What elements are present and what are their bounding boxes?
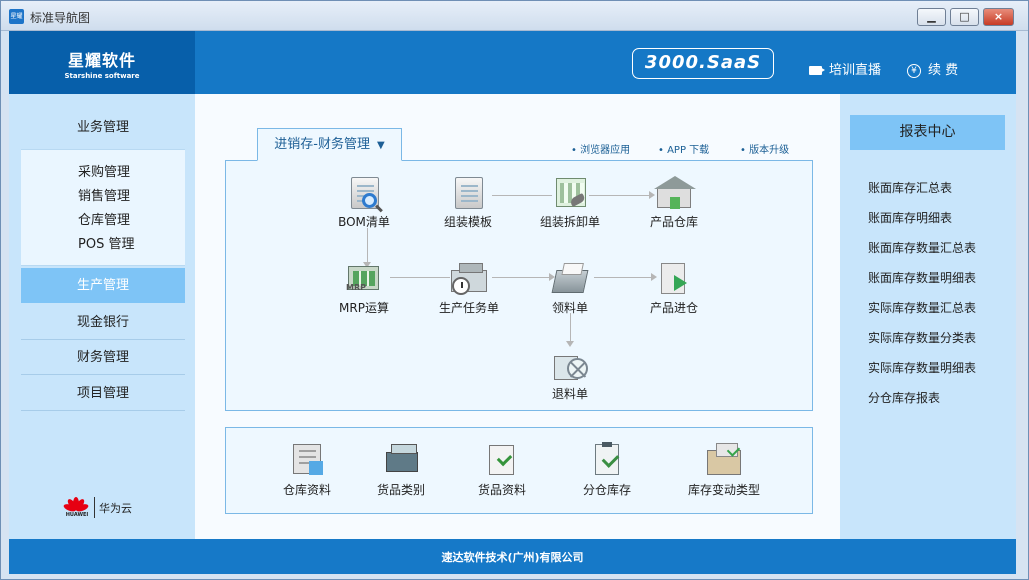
left-navigation: 业务管理 采购管理 销售管理 仓库管理 POS 管理 生产管理 现金银行 财务管…	[9, 94, 195, 539]
assembly-disassembly-label: 组装拆卸单	[539, 215, 600, 229]
module-tab[interactable]: 进销存-财务管理 ▼	[257, 128, 402, 161]
nav-business-management[interactable]: 业务管理	[21, 110, 185, 145]
renew-label: 续 费	[928, 63, 959, 78]
goods-category-icon	[383, 443, 419, 476]
mrp-calculation-label: MRP运算	[339, 301, 389, 315]
branch-inventory-label: 分仓库存	[582, 483, 631, 497]
version-upgrade-link[interactable]: 版本升级	[740, 141, 789, 156]
warehouse-data-icon	[289, 443, 325, 476]
assembly-template-icon	[450, 176, 486, 211]
nav-purchase-management[interactable]: 采购管理	[78, 164, 130, 182]
return-cancel-icon	[552, 348, 588, 383]
report-center-title[interactable]: 报表中心	[850, 115, 1005, 150]
yen-icon: ¥	[907, 64, 921, 78]
main-frame: 星耀软件 Starshine software 3000.SaaS 培训直播 ¥…	[9, 31, 1016, 574]
production-machine-icon	[451, 262, 487, 297]
training-live-label: 培训直播	[829, 63, 882, 78]
mrp-icon: MRP	[346, 262, 382, 297]
training-live-link[interactable]: 培训直播	[809, 59, 881, 78]
production-task-node[interactable]: 生产任务单	[427, 255, 511, 316]
app-download-link[interactable]: APP 下载	[658, 141, 709, 156]
minimize-button[interactable]: ▁	[917, 8, 946, 26]
camera-icon	[809, 66, 825, 75]
report-center-panel: 报表中心 账面库存汇总表 账面库存明细表 账面库存数量汇总表 账面库存数量明细表…	[840, 94, 1016, 539]
goods-data-item[interactable]: 货品资料	[467, 437, 537, 497]
nav-cash-bank[interactable]: 现金银行	[21, 305, 185, 340]
bom-list-label: BOM清单	[338, 215, 390, 229]
material-return-node[interactable]: 退料单	[528, 341, 612, 402]
nav-sales-management[interactable]: 销售管理	[78, 188, 130, 206]
report-item[interactable]: 分仓库存报表	[868, 389, 940, 406]
inbound-arrow-icon	[656, 262, 692, 297]
brand-name-en: Starshine software	[64, 72, 140, 80]
report-item[interactable]: 账面库存明细表	[868, 209, 952, 226]
clipboard-check-icon	[589, 442, 625, 476]
huawei-wordmark: HUAWEI	[65, 512, 89, 518]
module-tab-label: 进销存-财务管理	[274, 137, 370, 152]
footer-company: 速达软件技术(广州)有限公司	[9, 539, 1016, 574]
huawei-flower-icon: HUAWEI	[62, 495, 91, 520]
brand-name-cn: 星耀软件	[67, 51, 136, 70]
report-item[interactable]: 账面库存数量明细表	[868, 269, 976, 286]
window-title: 标准导航图	[30, 11, 91, 25]
production-flow-panel: BOM清单 组装模板 组装拆卸单 产品仓库 MRP MRP运算 生产任务单 领料单…	[225, 160, 813, 411]
report-item[interactable]: 实际库存数量分类表	[868, 329, 976, 346]
assembly-disassembly-node[interactable]: 组装拆卸单	[528, 169, 612, 230]
goods-data-icon	[484, 443, 520, 476]
production-task-label: 生产任务单	[438, 301, 499, 315]
nav-pos-management[interactable]: POS 管理	[78, 236, 134, 254]
master-data-panel: 仓库资料 货品类别 货品资料 分仓库存 库存变动类型	[225, 427, 813, 514]
material-issue-node[interactable]: 领料单	[528, 255, 612, 316]
product-inbound-node[interactable]: 产品进仓	[632, 255, 716, 316]
navigation-diagram: 进销存-财务管理 ▼ 浏览器应用 APP 下载 版本升级 BOM清单 组装模板	[195, 94, 840, 539]
product-inbound-label: 产品进仓	[649, 301, 698, 315]
business-submenu: 采购管理 销售管理 仓库管理 POS 管理	[21, 149, 185, 266]
folder-document-icon	[551, 262, 589, 297]
product-warehouse-node[interactable]: 产品仓库	[632, 169, 716, 230]
app-icon: 星耀	[9, 9, 24, 24]
warehouse-icon	[654, 176, 696, 211]
inventory-change-type-label: 库存变动类型	[687, 483, 760, 497]
report-item[interactable]: 实际库存数量明细表	[868, 359, 976, 376]
title-bar: 星耀 标准导航图 ▁ □ ×	[1, 1, 1028, 31]
product-warehouse-label: 产品仓库	[649, 215, 698, 229]
material-issue-label: 领料单	[551, 301, 588, 315]
nav-project-management[interactable]: 项目管理	[21, 376, 185, 411]
warehouse-data-label: 仓库资料	[282, 483, 331, 497]
browser-app-link[interactable]: 浏览器应用	[571, 141, 630, 156]
huawei-cloud-logo: HUAWEI 华为云	[62, 495, 135, 521]
report-item[interactable]: 账面库存汇总表	[868, 179, 952, 196]
logo-separator	[94, 497, 95, 518]
goods-category-label: 货品类别	[376, 483, 425, 497]
dropdown-arrow-icon: ▼	[377, 140, 385, 151]
close-button[interactable]: ×	[983, 8, 1014, 26]
saas-badge[interactable]: 3000.SaaS	[632, 48, 774, 79]
huawei-cloud-label: 华为云	[99, 502, 132, 515]
report-item[interactable]: 实际库存数量汇总表	[868, 299, 976, 316]
application-window: 星耀 标准导航图 ▁ □ × 星耀软件 Starshine software 3…	[0, 0, 1029, 580]
nav-finance-management[interactable]: 财务管理	[21, 340, 185, 375]
bom-list-node[interactable]: BOM清单	[322, 169, 406, 230]
bom-list-icon	[346, 176, 382, 211]
assembly-template-node[interactable]: 组装模板	[426, 169, 510, 230]
brand-logo: 星耀软件 Starshine software	[9, 31, 195, 94]
maximize-button[interactable]: □	[950, 8, 979, 26]
goods-category-item[interactable]: 货品类别	[366, 437, 436, 497]
nav-production-management[interactable]: 生产管理	[21, 268, 185, 303]
goods-data-label: 货品资料	[477, 483, 526, 497]
warehouse-data-item[interactable]: 仓库资料	[272, 437, 342, 497]
inventory-change-icon	[706, 443, 742, 476]
header: 星耀软件 Starshine software 3000.SaaS 培训直播 ¥…	[9, 31, 1016, 94]
material-return-label: 退料单	[551, 387, 588, 401]
assembly-disassembly-icon	[552, 176, 588, 211]
nav-warehouse-management[interactable]: 仓库管理	[78, 212, 130, 230]
inventory-change-type-item[interactable]: 库存变动类型	[680, 437, 768, 497]
branch-inventory-item[interactable]: 分仓库存	[572, 437, 642, 497]
flow-connector	[570, 313, 571, 343]
report-item[interactable]: 账面库存数量汇总表	[868, 239, 976, 256]
assembly-template-label: 组装模板	[443, 215, 492, 229]
mrp-calculation-node[interactable]: MRP MRP运算	[322, 255, 406, 316]
renew-link[interactable]: ¥ 续 费	[907, 59, 958, 78]
